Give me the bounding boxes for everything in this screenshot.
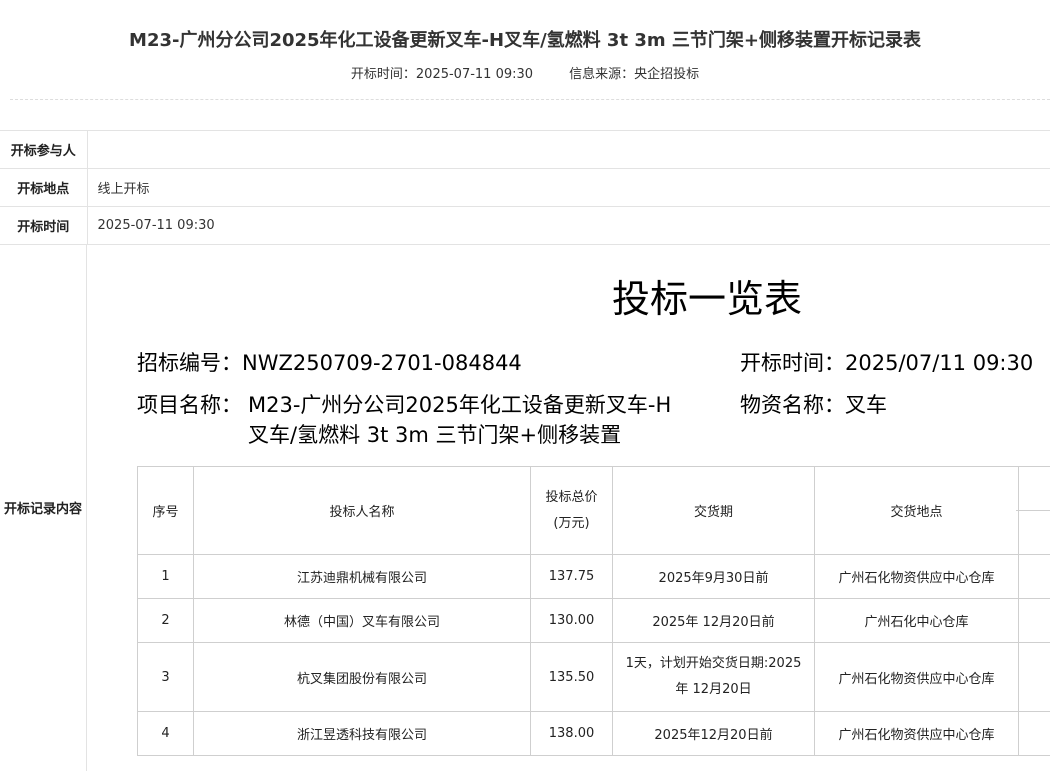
row-price: 138.00: [530, 711, 613, 756]
row-bidder: 林德（中国）叉车有限公司: [193, 598, 531, 643]
col-header-price: 投标总价 (万元): [530, 466, 613, 555]
row-delivery: 2025年 12月20日前: [612, 598, 815, 643]
col-header-bidder: 投标人名称: [193, 466, 531, 555]
table-extra-divider: [1016, 510, 1050, 511]
row-price: 135.50: [530, 642, 613, 712]
info-row-time: 开标时间 2025-07-11 09:30: [0, 206, 1050, 245]
info-row-participants: 开标参与人: [0, 130, 1050, 169]
col-header-price-line1: 投标总价: [545, 489, 598, 505]
row-delivery: 2025年9月30日前: [612, 554, 815, 599]
row-bidder: 浙江昱透科技有限公司: [193, 711, 531, 756]
table-row: 3 杭叉集团股份有限公司 135.50 1天，计划开始交货日期:2025 年 1…: [137, 642, 1019, 712]
col-header-delivery: 交货期: [612, 466, 815, 555]
col-header-place: 交货地点: [814, 466, 1019, 555]
project-name-line2: 叉车/氢燃料 3t 3m 三节门架+侧移装置: [248, 423, 622, 447]
row-place: 广州石化中心仓库: [814, 598, 1019, 643]
time-label: 开标时间: [0, 206, 88, 245]
bid-table: 序号 投标人名称 投标总价 (万元) 交货期 交货地点 1 江苏迪鼎机械有限公司…: [137, 466, 1019, 756]
row-no: 2: [137, 598, 194, 643]
table-row: 2 林德（中国）叉车有限公司 130.00 2025年 12月20日前 广州石化…: [137, 598, 1019, 643]
header: M23-广州分公司2025年化工设备更新叉车-H叉车/氢燃料 3t 3m 三节门…: [0, 0, 1050, 100]
document-title: 投标一览表: [612, 277, 803, 321]
row-bidder: 江苏迪鼎机械有限公司: [193, 554, 531, 599]
open-time-meta: 开标时间：2025-07-11 09:30: [350, 67, 534, 82]
divider: [10, 99, 1050, 100]
bid-table-header: 序号 投标人名称 投标总价 (万元) 交货期 交货地点: [137, 466, 1019, 555]
row-no: 3: [137, 642, 194, 712]
table-extra-line: [1016, 755, 1050, 756]
row-price: 130.00: [530, 598, 613, 643]
location-value: 线上开标: [87, 168, 1050, 207]
meta-line: 开标时间：2025-07-11 09:30 信息来源：央企招投标: [0, 63, 1050, 82]
info-table: 开标参与人 开标地点 线上开标 开标时间 2025-07-11 09:30: [0, 130, 1050, 245]
document-open-time: 开标时间：2025/07/11 09:30: [740, 351, 1034, 375]
material-name: 物资名称：叉车: [740, 393, 887, 417]
table-extra-column: [1016, 466, 1050, 554]
row-bidder: 杭叉集团股份有限公司: [193, 642, 531, 712]
table-extra-line: [1016, 598, 1050, 599]
table-extra-line: [1016, 642, 1050, 643]
row-no: 1: [137, 554, 194, 599]
project-name-line1: M23-广州分公司2025年化工设备更新叉车-H: [248, 393, 672, 417]
time-value: 2025-07-11 09:30: [87, 206, 1050, 245]
location-label: 开标地点: [0, 168, 88, 207]
table-row: 1 江苏迪鼎机械有限公司 137.75 2025年9月30日前 广州石化物资供应…: [137, 554, 1019, 599]
content-label-text: 开标记录内容: [3, 502, 82, 517]
row-delivery: 2025年12月20日前: [612, 711, 815, 756]
table-extra-line: [1016, 711, 1050, 712]
row-place: 广州石化物资供应中心仓库: [814, 642, 1019, 712]
row-delivery-line1: 1天，计划开始交货日期:2025: [625, 656, 802, 671]
row-delivery-line2: 年 12月20日: [675, 682, 752, 697]
page: M23-广州分公司2025年化工设备更新叉车-H 叉车/氢燃料 3t 3m 三节门…: [0, 0, 1050, 771]
table-extra-line: [1016, 554, 1050, 555]
row-place: 广州石化物资供应中心仓库: [814, 711, 1019, 756]
row-delivery: 1天，计划开始交货日期:2025 年 12月20日: [612, 642, 815, 712]
content-label: 开标记录内容: [0, 244, 87, 771]
col-header-no: 序号: [137, 466, 194, 555]
col-header-price-line2: (万元): [553, 515, 590, 531]
source-meta: 信息来源：央企招投标: [569, 67, 700, 82]
row-place: 广州石化物资供应中心仓库: [814, 554, 1019, 599]
bid-number: 招标编号：NWZ250709-2701-084844: [137, 351, 522, 375]
participants-value: [87, 130, 1050, 169]
row-no: 4: [137, 711, 194, 756]
project-label: 项目名称：: [137, 393, 242, 417]
participants-label: 开标参与人: [0, 130, 88, 169]
table-row: 4 浙江昱透科技有限公司 138.00 2025年12月20日前 广州石化物资供…: [137, 711, 1019, 756]
info-row-location: 开标地点 线上开标: [0, 168, 1050, 207]
row-price: 137.75: [530, 554, 613, 599]
page-title: M23-广州分公司2025年化工设备更新叉车-H叉车/氢燃料 3t 3m 三节门…: [129, 30, 921, 51]
